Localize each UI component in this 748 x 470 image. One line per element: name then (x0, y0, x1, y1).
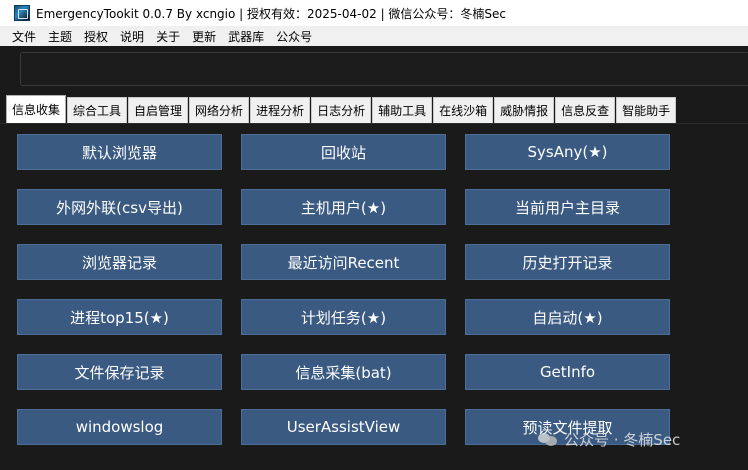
sysany-button[interactable]: SysAny(★) (465, 134, 670, 170)
scheduled-tasks-button[interactable]: 计划任务(★) (241, 299, 446, 335)
tab-info-lookup[interactable]: 信息反查 (555, 97, 616, 123)
tab-process-analysis[interactable]: 进程分析 (250, 97, 311, 123)
info-collect-bat-button[interactable]: 信息采集(bat) (241, 354, 446, 390)
autostart-button[interactable]: 自启动(★) (465, 299, 670, 335)
tab-threat-intel[interactable]: 威胁情报 (494, 97, 555, 123)
app-shield-icon (14, 5, 30, 21)
recent-access-button[interactable]: 最近访问Recent (241, 244, 446, 280)
watermark-text: 公众号 · 冬楠Sec (564, 430, 681, 449)
tab-log-analysis[interactable]: 日志分析 (311, 97, 372, 123)
menu-help[interactable]: 说明 (114, 28, 150, 45)
menu-theme[interactable]: 主题 (42, 28, 78, 45)
wechat-icon (538, 431, 558, 447)
tab-strip: 信息收集 综合工具 自启管理 网络分析 进程分析 日志分析 辅助工具 在线沙箱 … (0, 95, 748, 123)
process-top15-button[interactable]: 进程top15(★) (17, 299, 222, 335)
current-user-home-button[interactable]: 当前用户主目录 (465, 189, 670, 225)
tab-startup-management[interactable]: 自启管理 (128, 97, 189, 123)
external-connections-button[interactable]: 外网外联(csv导出) (17, 189, 222, 225)
menu-about[interactable]: 关于 (150, 28, 186, 45)
tab-aux-tools[interactable]: 辅助工具 (372, 97, 433, 123)
command-input[interactable] (20, 52, 748, 86)
tab-content-panel: 默认浏览器 回收站 SysAny(★) 外网外联(csv导出) 主机用户(★) … (0, 123, 748, 470)
menu-file[interactable]: 文件 (6, 28, 42, 45)
tab-network-analysis[interactable]: 网络分析 (189, 97, 250, 123)
menu-bar: 文件 主题 授权 说明 关于 更新 武器库 公众号 (0, 26, 748, 46)
tab-info-collection[interactable]: 信息收集 (6, 95, 67, 123)
windowslog-button[interactable]: windowslog (17, 409, 222, 445)
title-bar: EmergencyTookit 0.0.7 By xcngio | 授权有效：2… (0, 0, 748, 26)
recycle-bin-button[interactable]: 回收站 (241, 134, 446, 170)
watermark: 公众号 · 冬楠Sec (538, 428, 680, 450)
tab-general-tools[interactable]: 综合工具 (67, 97, 128, 123)
tab-online-sandbox[interactable]: 在线沙箱 (433, 97, 494, 123)
userassistview-button[interactable]: UserAssistView (241, 409, 446, 445)
default-browser-button[interactable]: 默认浏览器 (17, 134, 222, 170)
menu-license[interactable]: 授权 (78, 28, 114, 45)
window-title: EmergencyTookit 0.0.7 By xcngio | 授权有效：2… (36, 6, 507, 21)
menu-official-account[interactable]: 公众号 (270, 28, 318, 45)
getinfo-button[interactable]: GetInfo (465, 354, 670, 390)
menu-update[interactable]: 更新 (186, 28, 222, 45)
host-users-button[interactable]: 主机用户(★) (241, 189, 446, 225)
file-save-records-button[interactable]: 文件保存记录 (17, 354, 222, 390)
open-history-button[interactable]: 历史打开记录 (465, 244, 670, 280)
tab-ai-assistant[interactable]: 智能助手 (616, 97, 677, 123)
browser-history-button[interactable]: 浏览器记录 (17, 244, 222, 280)
menu-arsenal[interactable]: 武器库 (222, 28, 270, 45)
